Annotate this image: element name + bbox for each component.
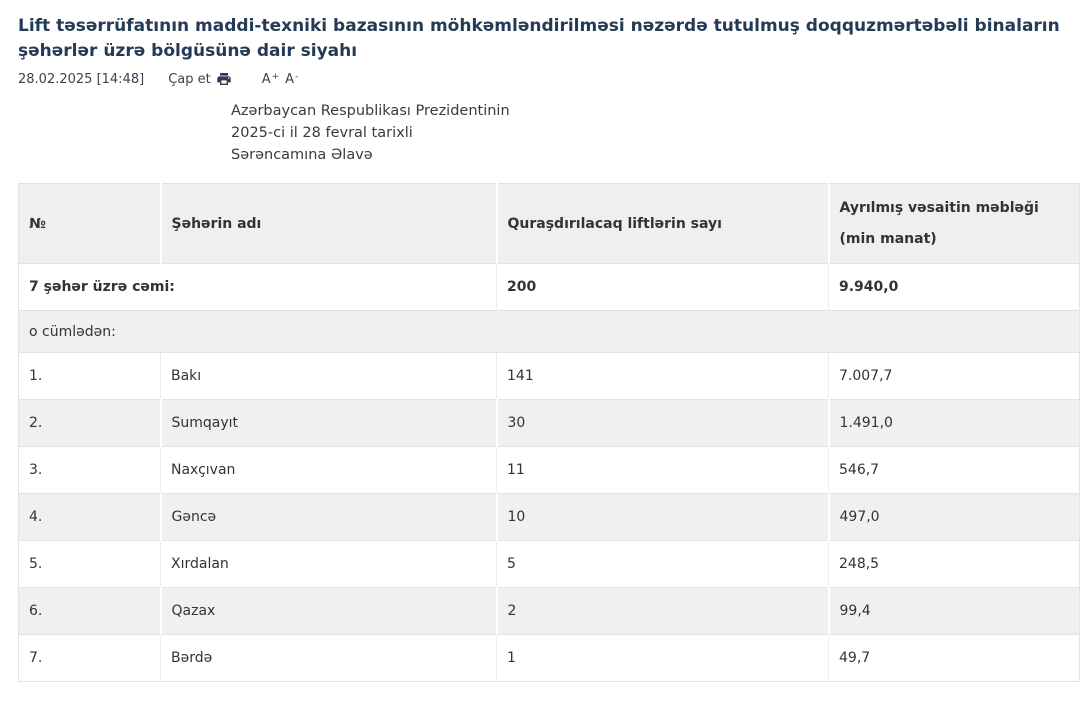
city-name: Bərdə — [161, 635, 497, 682]
amount-value: 99,4 — [829, 588, 1080, 635]
row-number: 7. — [19, 635, 161, 682]
font-decrease-button[interactable]: A- — [285, 72, 297, 87]
plus-sign: + — [272, 72, 280, 82]
annotation-line: Sərəncamına Əlavə — [231, 144, 1083, 166]
lifts-count: 141 — [497, 353, 829, 400]
column-header-lifts: Quraşdırılacaq liftlərin sayı — [497, 184, 829, 264]
city-name: Xırdalan — [161, 541, 497, 588]
column-header-amount-line1: Ayrılmış vəsaitin məbləği — [840, 200, 1070, 216]
lifts-count: 5 — [497, 541, 829, 588]
meta-row: 28.02.2025 [14:48] Çap et A+ A- — [18, 71, 1083, 87]
annotation-line: Azərbaycan Respublikası Prezidentinin — [231, 100, 1083, 122]
table-row: 6. Qazax 2 99,4 — [19, 588, 1080, 635]
print-button[interactable]: Çap et — [168, 71, 232, 87]
city-name: Sumqayıt — [161, 400, 497, 447]
total-label: 7 şəhər üzrə cəmi: — [19, 264, 497, 311]
amount-value: 7.007,7 — [829, 353, 1080, 400]
row-number: 2. — [19, 400, 161, 447]
table-row: 1. Bakı 141 7.007,7 — [19, 353, 1080, 400]
city-name: Bakı — [161, 353, 497, 400]
table-row: 4. Gəncə 10 497,0 — [19, 494, 1080, 541]
lifts-count: 1 — [497, 635, 829, 682]
font-increase-button[interactable]: A+ — [262, 72, 278, 87]
amount-value: 497,0 — [829, 494, 1080, 541]
lifts-count: 2 — [497, 588, 829, 635]
amount-value: 248,5 — [829, 541, 1080, 588]
city-name: Gəncə — [161, 494, 497, 541]
column-header-number: № — [19, 184, 161, 264]
table-container: № Şəhərin adı Quraşdırılacaq liftlərin s… — [18, 183, 1080, 682]
row-number: 3. — [19, 447, 161, 494]
publish-datetime: 28.02.2025 [14:48] — [18, 72, 144, 87]
total-amount: 9.940,0 — [829, 264, 1080, 311]
lifts-count: 10 — [497, 494, 829, 541]
amount-value: 1.491,0 — [829, 400, 1080, 447]
total-row: 7 şəhər üzrə cəmi: 200 9.940,0 — [19, 264, 1080, 311]
row-number: 5. — [19, 541, 161, 588]
amount-value: 49,7 — [829, 635, 1080, 682]
print-label: Çap et — [168, 72, 211, 87]
decree-annotation: Azərbaycan Respublikası Prezidentinin 20… — [231, 100, 1083, 166]
font-size-controls: A+ A- — [262, 72, 298, 87]
total-lifts-count: 200 — [497, 264, 829, 311]
column-header-amount-line2: (min manat) — [840, 231, 1070, 247]
row-number: 6. — [19, 588, 161, 635]
lifts-count: 30 — [497, 400, 829, 447]
amount-value: 546,7 — [829, 447, 1080, 494]
lifts-count: 11 — [497, 447, 829, 494]
row-number: 4. — [19, 494, 161, 541]
city-name: Qazax — [161, 588, 497, 635]
city-name: Naxçıvan — [161, 447, 497, 494]
minus-sign: - — [295, 72, 298, 82]
row-number: 1. — [19, 353, 161, 400]
printer-icon[interactable] — [216, 71, 232, 87]
column-header-city: Şəhərin adı — [161, 184, 497, 264]
allocation-table: № Şəhərin adı Quraşdırılacaq liftlərin s… — [18, 183, 1080, 682]
subheader-label: o cümlədən: — [19, 311, 1080, 353]
page-title: Lift təsərrüfatının maddi-texniki bazası… — [18, 14, 1074, 64]
column-header-amount: Ayrılmış vəsaitin məbləği (min manat) — [829, 184, 1080, 264]
annotation-line: 2025-ci il 28 fevral tarixli — [231, 122, 1083, 144]
table-row: 5. Xırdalan 5 248,5 — [19, 541, 1080, 588]
table-row: 7. Bərdə 1 49,7 — [19, 635, 1080, 682]
table-row: 3. Naxçıvan 11 546,7 — [19, 447, 1080, 494]
document-page: Lift təsərrüfatının maddi-texniki bazası… — [0, 0, 1083, 682]
table-row: 2. Sumqayıt 30 1.491,0 — [19, 400, 1080, 447]
subheader-row: o cümlədən: — [19, 311, 1080, 353]
table-header-row: № Şəhərin adı Quraşdırılacaq liftlərin s… — [19, 184, 1080, 264]
